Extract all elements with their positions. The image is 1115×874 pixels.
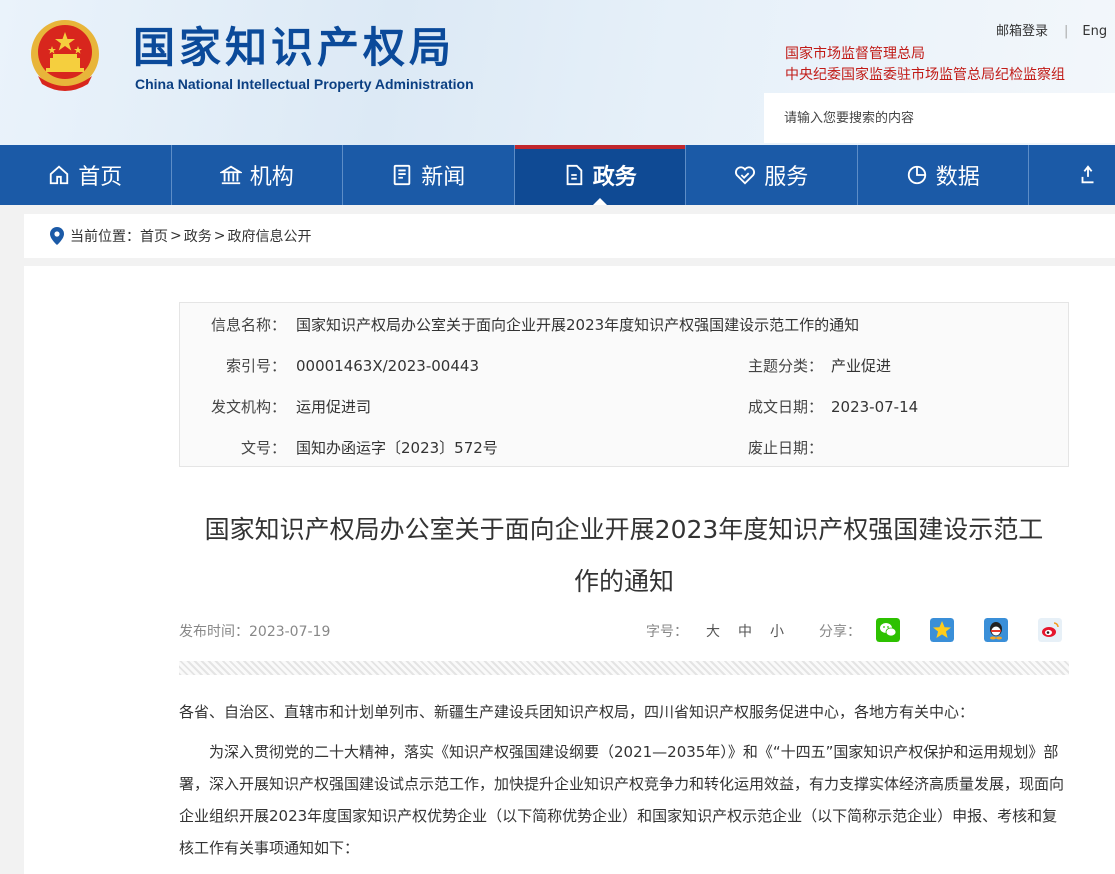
- government-affairs-icon: [566, 164, 582, 186]
- data-icon: [907, 165, 926, 185]
- site-subtitle: China National Intellectual Property Adm…: [135, 76, 474, 92]
- article-meta: 发布时间：2023-07-19 字号： 大 中 小 分享：: [179, 618, 1069, 646]
- home-icon: [50, 165, 69, 185]
- org-link-discipline[interactable]: 中央纪委国家监委驻市场监管总局纪检监察组: [785, 65, 1065, 86]
- nav-item-data[interactable]: 数据: [858, 145, 1029, 205]
- nav-label: 数据: [935, 165, 980, 190]
- english-link[interactable]: Eng: [1082, 24, 1107, 39]
- article-divider: [179, 661, 1069, 675]
- service-icon: [735, 166, 756, 185]
- info-row-issuer: 发文机构： 运用促进司 成文日期： 2023-07-14: [180, 395, 1070, 419]
- article-paragraph-1: 各省、自治区、直辖市和计划单列市、新疆生产建设兵团知识产权局，四川省知识产权服务…: [179, 703, 975, 721]
- breadcrumb-home[interactable]: 首页: [140, 226, 168, 246]
- article-paragraph-2: 为深入贯彻党的二十大精神，落实《知识产权强国建设纲要（2021—2035年）》和…: [179, 743, 1065, 857]
- main-content: 信息名称： 国家知识产权局办公室关于面向企业开展2023年度知识产权强国建设示范…: [24, 266, 1115, 874]
- nav-label: 新闻: [421, 165, 466, 190]
- top-links: 邮箱登录 | Eng: [996, 20, 1107, 39]
- info-row-index: 索引号： 00001463X/2023-00443 主题分类： 产业促进: [180, 354, 1070, 378]
- share-label: 分享：: [819, 624, 861, 640]
- news-icon: [393, 164, 411, 186]
- info-name-value: 国家知识产权局办公室关于面向企业开展2023年度知识产权强国建设示范工作的通知: [296, 316, 860, 334]
- nav-item-home[interactable]: 首页: [0, 145, 172, 205]
- info-date-label: 成文日期：: [747, 398, 823, 416]
- institution-icon: [219, 165, 242, 185]
- info-expire-label: 废止日期：: [747, 439, 823, 457]
- qzone-icon[interactable]: [930, 618, 954, 642]
- nav-label: 政务: [592, 165, 637, 190]
- nav-label: 机构: [249, 165, 294, 190]
- breadcrumb: 当前位置： 首页 > 政务 > 政府信息公开: [24, 214, 1115, 258]
- info-docno-value: 国知办函运字〔2023〕572号: [296, 439, 498, 457]
- national-emblem-icon: [31, 20, 99, 91]
- search-input[interactable]: [764, 93, 1115, 143]
- site-header: 国家知识产权局 China National Intellectual Prop…: [0, 0, 1115, 145]
- breadcrumb-separator: >: [170, 228, 182, 244]
- wechat-icon[interactable]: [876, 618, 900, 642]
- top-link-separator: |: [1064, 24, 1069, 39]
- org-link-samr[interactable]: 国家市场监督管理总局: [785, 44, 1065, 65]
- article-title-line2: 作的通知: [573, 567, 674, 596]
- info-row-name: 信息名称： 国家知识产权局办公室关于面向企业开展2023年度知识产权强国建设示范…: [180, 313, 1070, 337]
- font-size-label: 字号：: [646, 624, 688, 640]
- nav-item-service[interactable]: 服务: [686, 145, 858, 205]
- nav-item-institution[interactable]: 机构: [172, 145, 343, 205]
- main-nav: 首页 机构 新闻 政务 服务 数据: [0, 145, 1115, 205]
- nav-item-government-affairs[interactable]: 政务: [514, 145, 686, 205]
- mail-login-link[interactable]: 邮箱登录: [996, 24, 1048, 39]
- nav-item-news[interactable]: 新闻: [343, 145, 515, 205]
- info-table: 信息名称： 国家知识产权局办公室关于面向企业开展2023年度知识产权强国建设示范…: [179, 302, 1069, 467]
- breadcrumb-info-disclosure[interactable]: 政府信息公开: [227, 226, 311, 246]
- search-box: [764, 93, 1115, 143]
- info-issuer-label: 发文机构：: [210, 398, 286, 416]
- nav-label: 服务: [764, 165, 809, 190]
- info-index-label: 索引号：: [225, 357, 286, 375]
- publish-info: 发布时间：2023-07-19: [179, 622, 330, 642]
- breadcrumb-prefix: 当前位置：: [70, 229, 140, 245]
- info-topic-value: 产业促进: [831, 357, 892, 375]
- weibo-icon[interactable]: [1038, 618, 1062, 642]
- info-docno-label: 文号：: [240, 439, 286, 457]
- font-size-small[interactable]: 小: [770, 624, 784, 640]
- font-size-large[interactable]: 大: [706, 624, 720, 640]
- nav-item-interaction[interactable]: [1029, 145, 1115, 205]
- font-size-medium[interactable]: 中: [738, 624, 752, 640]
- publish-date: 2023-07-19: [249, 624, 331, 640]
- site-title: 国家知识产权局: [133, 23, 456, 72]
- article-body: 各省、自治区、直辖市和计划单列市、新疆生产建设兵团知识产权局，四川省知识产权服务…: [179, 696, 1069, 872]
- breadcrumb-separator: >: [213, 228, 226, 244]
- breadcrumb-government-affairs[interactable]: 政务: [184, 226, 212, 246]
- info-index-value: 00001463X/2023-00443: [296, 357, 479, 375]
- interaction-icon: [1081, 165, 1094, 184]
- org-links: 国家市场监督管理总局 中央纪委国家监委驻市场监管总局纪检监察组: [785, 44, 1065, 86]
- article-title-line1: 国家知识产权局办公室关于面向企业开展2023年度知识产权强国建设示范工: [204, 515, 1044, 544]
- info-row-docno: 文号： 国知办函运字〔2023〕572号 废止日期：: [180, 436, 1070, 460]
- location-pin-icon: [50, 227, 64, 245]
- article-title: 国家知识产权局办公室关于面向企业开展2023年度知识产权强国建设示范工 作的通知: [179, 504, 1069, 608]
- font-size-control: 字号： 大 中 小: [646, 622, 784, 642]
- info-name-label: 信息名称：: [210, 316, 286, 334]
- nav-label: 首页: [78, 165, 123, 190]
- info-topic-label: 主题分类：: [747, 357, 823, 375]
- publish-label: 发布时间：: [179, 624, 249, 640]
- info-date-value: 2023-07-14: [831, 398, 919, 416]
- qq-icon[interactable]: [984, 618, 1008, 642]
- info-issuer-value: 运用促进司: [296, 398, 372, 416]
